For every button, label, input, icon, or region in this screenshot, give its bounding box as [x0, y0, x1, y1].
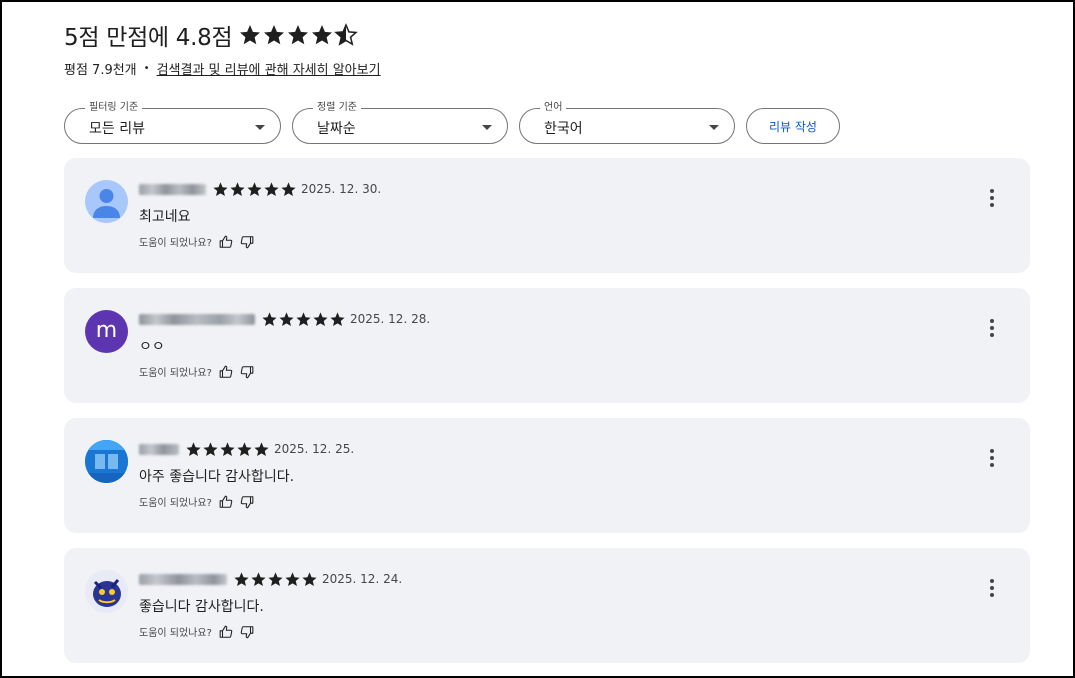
sort-dropdown[interactable]: 정렬 기준 날짜순 [292, 102, 508, 144]
star-icon [262, 311, 277, 326]
separator-dot: • [143, 63, 150, 74]
review-stars [233, 571, 318, 588]
dropdown-arrow-icon [482, 125, 492, 130]
review-text: ㅇㅇ [139, 339, 165, 355]
review-stars [212, 181, 297, 198]
star-icon [312, 25, 333, 45]
star-icon [237, 441, 252, 456]
star-icon [330, 311, 345, 326]
helpful-label: 도움이 되었나요? [139, 368, 212, 379]
language-dropdown[interactable]: 언어 한국어 [519, 102, 735, 144]
avatar[interactable] [85, 570, 128, 613]
thumbs-up-icon[interactable] [219, 235, 233, 249]
helpful-prompt: 도움이 되었나요? [139, 234, 254, 249]
reviewer-name[interactable] [139, 183, 206, 195]
half-star-icon [334, 23, 359, 46]
rating-header: 5점 만점에 4.8점 평점 7.9천개 • 검색결과 및 리뷰에 관해 자세히… [64, 18, 381, 78]
filter-dropdown[interactable]: 필터링 기준 모든 리뷰 [64, 102, 281, 144]
write-review-button[interactable]: 리뷰 작성 [746, 108, 840, 144]
star-icon [240, 25, 261, 45]
thumbs-up-icon[interactable] [219, 495, 233, 509]
star-icon [296, 311, 311, 326]
review-text: 좋습니다 감사합니다. [139, 599, 264, 615]
star-icon [213, 181, 228, 196]
review-card: 2025. 12. 24. 좋습니다 감사합니다. 도움이 되었나요? [64, 548, 1030, 663]
more-options-icon[interactable] [984, 579, 1000, 597]
star-icon [264, 181, 279, 196]
more-options-icon[interactable] [984, 449, 1000, 467]
photo-avatar [85, 440, 128, 483]
review-text: 최고네요 [139, 209, 191, 225]
review-stars [261, 311, 346, 328]
rating-stars [238, 23, 359, 47]
helpful-label: 도움이 되었나요? [139, 238, 212, 249]
avatar[interactable] [85, 180, 128, 223]
helpful-prompt: 도움이 되었나요? [139, 624, 254, 639]
review-card: m 2025. 12. 28. ㅇㅇ 도움이 되었나요? [64, 288, 1030, 403]
review-card: 2025. 12. 30. 최고네요 도움이 되었나요? [64, 158, 1030, 273]
filter-bar: 필터링 기준 모든 리뷰 정렬 기준 날짜순 언어 한국어 리뷰 작성 [64, 102, 840, 144]
thumbs-down-icon[interactable] [240, 625, 254, 639]
filter-dropdown-legend: 필터링 기준 [85, 102, 143, 114]
avatar-letter: m [95, 317, 118, 343]
reviews-panel: 5점 만점에 4.8점 평점 7.9천개 • 검색결과 및 리뷰에 관해 자세히… [0, 0, 1075, 678]
dropdown-arrow-icon [709, 125, 719, 130]
star-icon [234, 571, 249, 586]
star-icon [288, 25, 309, 45]
reviewer-name[interactable] [139, 573, 227, 585]
avatar[interactable] [85, 440, 128, 483]
star-icon [203, 441, 218, 456]
thumbs-up-icon[interactable] [219, 365, 233, 379]
star-icon [254, 441, 269, 456]
rating-title: 5점 만점에 4.8점 [64, 25, 233, 51]
star-icon [230, 181, 245, 196]
language-dropdown-value: 한국어 [544, 121, 583, 137]
helpful-label: 도움이 되었나요? [139, 628, 212, 639]
star-icon [264, 25, 285, 45]
review-card: 2025. 12. 25. 아주 좋습니다 감사합니다. 도움이 되었나요? [64, 418, 1030, 533]
star-icon [268, 571, 283, 586]
learn-more-link[interactable]: 검색결과 및 리뷰에 관해 자세히 알아보기 [157, 59, 381, 78]
star-icon [281, 181, 296, 196]
reviewer-name[interactable] [139, 313, 255, 325]
language-dropdown-legend: 언어 [540, 102, 567, 114]
dropdown-arrow-icon [255, 125, 265, 130]
review-date: 2025. 12. 25. [274, 442, 355, 456]
more-options-icon[interactable] [984, 319, 1000, 337]
reviewer-name[interactable] [139, 443, 179, 455]
star-icon [247, 181, 262, 196]
sort-dropdown-legend: 정렬 기준 [313, 102, 361, 114]
thumbs-down-icon[interactable] [240, 235, 254, 249]
filter-dropdown-value: 모든 리뷰 [89, 121, 145, 137]
thumbs-up-icon[interactable] [219, 625, 233, 639]
review-date: 2025. 12. 24. [322, 572, 403, 586]
review-date: 2025. 12. 28. [350, 312, 431, 326]
star-icon [279, 311, 294, 326]
thumbs-down-icon[interactable] [240, 495, 254, 509]
star-icon [313, 311, 328, 326]
review-date: 2025. 12. 30. [301, 182, 382, 196]
star-icon [220, 441, 235, 456]
star-icon [186, 441, 201, 456]
star-icon [285, 571, 300, 586]
review-stars [185, 441, 270, 458]
review-text: 아주 좋습니다 감사합니다. [139, 469, 295, 485]
default-person-icon [93, 189, 120, 218]
more-options-icon[interactable] [984, 189, 1000, 207]
star-icon [251, 571, 266, 586]
photo-avatar [85, 570, 128, 613]
rating-count: 평점 7.9천개 [64, 63, 137, 78]
star-icon [302, 571, 317, 586]
helpful-prompt: 도움이 되었나요? [139, 364, 254, 379]
sort-dropdown-value: 날짜순 [317, 121, 356, 137]
avatar[interactable]: m [85, 310, 128, 353]
helpful-prompt: 도움이 되었나요? [139, 494, 254, 509]
thumbs-down-icon[interactable] [240, 365, 254, 379]
helpful-label: 도움이 되었나요? [139, 498, 212, 509]
